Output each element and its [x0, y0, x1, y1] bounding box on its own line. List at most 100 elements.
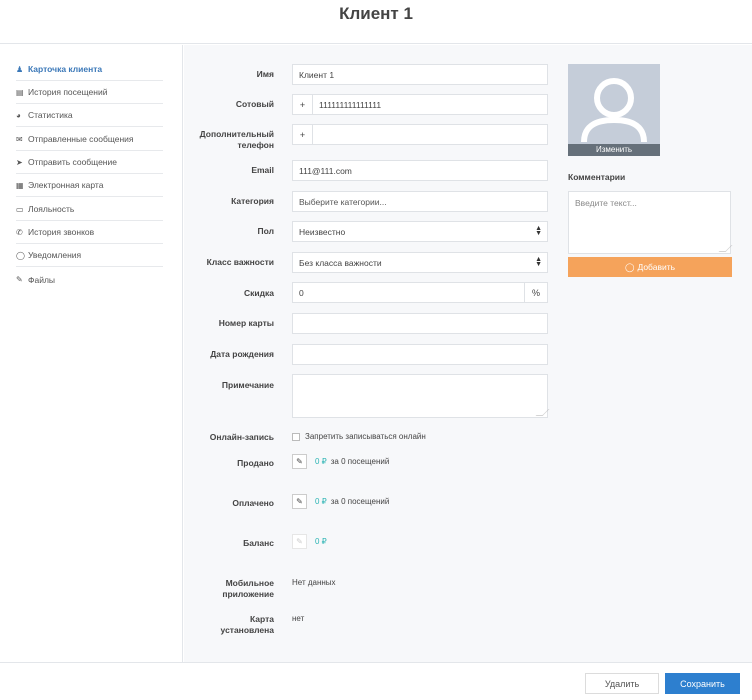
- sort-arrows-icon: ▲ ▼: [535, 225, 542, 237]
- sidebar-item-label: Отправленные сообщения: [28, 134, 134, 144]
- extra-phone-prefix: +: [292, 124, 313, 145]
- forbid-online-label: Запретить записываться онлайн: [305, 432, 426, 441]
- sold-visits: за 0 посещений: [330, 457, 390, 466]
- comments-title: Комментарии: [568, 172, 626, 182]
- balance-amount: 0 ₽: [315, 537, 327, 546]
- sidebar-item-files[interactable]: ✎ Файлы: [16, 268, 163, 291]
- mobile-field[interactable]: 111111111111111: [312, 94, 548, 115]
- mobile-app-label-line1: Мобильное: [225, 578, 274, 588]
- gender-value: Неизвестно: [299, 226, 346, 237]
- paid-row: ✎ 0 ₽ за 0 посещений: [292, 494, 389, 509]
- save-button[interactable]: Сохранить: [665, 673, 740, 694]
- card-installed-label: Карта установлена: [184, 614, 274, 636]
- card-number-label: Номер карты: [218, 318, 274, 328]
- modal-header: Клиент 1: [0, 0, 752, 44]
- mobile-label: Сотовый: [235, 99, 274, 109]
- online-booking-label: Онлайн-запись: [209, 432, 274, 442]
- sidebar: ♟ Карточка клиента ▤ История посещений ◕ Ст…: [0, 45, 183, 662]
- mobile-prefix: +: [292, 94, 313, 115]
- extra-phone-label-line2: телефон: [237, 140, 274, 150]
- card-installed-label-line2: установлена: [220, 625, 274, 635]
- sidebar-item-sent-messages[interactable]: ✉ Отправленные сообщения: [16, 128, 163, 151]
- user-placeholder-icon: [581, 78, 647, 143]
- mobile-app-label-line2: приложение: [222, 589, 274, 599]
- paid-amount: 0 ₽: [315, 497, 327, 506]
- sidebar-item-label: Отправить сообщение: [28, 157, 117, 167]
- extra-phone-label-line1: Дополнительный: [199, 129, 274, 139]
- resize-handle-icon[interactable]: [535, 409, 550, 416]
- name-label: Имя: [256, 69, 274, 79]
- gender-label: Пол: [257, 226, 275, 236]
- balance-label: Баланс: [243, 538, 274, 548]
- importance-value: Без класса важности: [299, 257, 382, 268]
- sidebar-item-send-message[interactable]: ➤ Отправить сообщение: [16, 151, 163, 174]
- pie-chart-icon: ◕: [16, 110, 21, 120]
- add-comment-button[interactable]: ◯ Добавить: [568, 257, 732, 277]
- sort-arrows-icon: ▲ ▼: [535, 256, 542, 268]
- percent-suffix: %: [524, 282, 548, 303]
- online-booking-option: Запретить записываться онлайн: [292, 432, 426, 441]
- edit-icon[interactable]: ✎: [292, 494, 307, 509]
- sidebar-item-statistics[interactable]: ◕ Статистика: [16, 104, 163, 127]
- paid-visits: за 0 посещений: [330, 497, 390, 506]
- comment-icon: ◯: [624, 261, 635, 272]
- sidebar-item-label: Уведомления: [28, 250, 82, 260]
- paid-label: Оплачено: [232, 498, 274, 508]
- mobile-app-value: Нет данных: [292, 578, 336, 587]
- bubble-icon: ◯: [16, 250, 25, 260]
- category-select[interactable]: Выберите категории...: [292, 191, 548, 212]
- mobile-app-label: Мобильное приложение: [184, 578, 274, 600]
- resize-handle-icon[interactable]: [718, 245, 733, 252]
- credit-card-icon: ▭: [16, 204, 24, 214]
- envelope-icon: ✉: [16, 134, 23, 144]
- avatar[interactable]: Изменить: [568, 64, 660, 156]
- sidebar-item-client-card[interactable]: ♟ Карточка клиента: [16, 58, 163, 81]
- balance-row: ✎ 0 ₽: [292, 534, 331, 549]
- sidebar-item-label: Лояльность: [28, 204, 75, 214]
- phone-icon: ✆: [16, 227, 23, 237]
- gender-select[interactable]: Неизвестно ▲ ▼: [292, 221, 548, 242]
- add-comment-label: Добавить: [637, 262, 676, 272]
- extra-phone-label: Дополнительный телефон: [184, 129, 274, 151]
- list-icon: ▤: [16, 87, 24, 97]
- card-icon: ▦: [16, 180, 24, 190]
- birthday-field[interactable]: [292, 344, 548, 365]
- note-label: Примечание: [221, 380, 274, 390]
- discount-label: Скидка: [244, 288, 274, 298]
- sidebar-item-label: Статистика: [28, 110, 73, 120]
- comment-textarea[interactable]: Введите текст...: [568, 191, 733, 254]
- sidebar-item-call-history[interactable]: ✆ История звонков: [16, 221, 163, 244]
- sidebar-item-visit-history[interactable]: ▤ История посещений: [16, 81, 163, 104]
- send-icon: ➤: [16, 157, 23, 167]
- importance-label: Класс важности: [206, 257, 274, 267]
- delete-button[interactable]: Удалить: [585, 673, 659, 694]
- sold-amount: 0 ₽: [315, 457, 327, 466]
- sold-row: ✎ 0 ₽ за 0 посещений: [292, 454, 389, 469]
- sidebar-item-label: История посещений: [28, 87, 108, 97]
- sidebar-item-electronic-card[interactable]: ▦ Электронная карта: [16, 174, 163, 197]
- importance-select[interactable]: Без класса важности ▲ ▼: [292, 252, 548, 273]
- card-installed-value: нет: [292, 614, 305, 623]
- email-field[interactable]: 111@111.com: [292, 160, 548, 181]
- category-label: Категория: [231, 196, 274, 206]
- name-field[interactable]: Клиент 1: [292, 64, 548, 85]
- user-icon: ♟: [16, 64, 24, 74]
- sidebar-item-label: Файлы: [28, 274, 56, 285]
- change-avatar-button[interactable]: Изменить: [568, 144, 660, 156]
- sidebar-item-notifications[interactable]: ◯ Уведомления: [16, 244, 163, 267]
- sidebar-item-loyalty[interactable]: ▭ Лояльность: [16, 198, 163, 221]
- note-textarea[interactable]: [292, 374, 550, 418]
- edit-icon: ✎: [292, 534, 307, 549]
- card-installed-label-line1: Карта: [250, 614, 274, 624]
- edit-icon[interactable]: ✎: [292, 454, 307, 469]
- forbid-online-checkbox[interactable]: [292, 432, 300, 441]
- discount-field[interactable]: 0: [292, 282, 525, 303]
- extra-phone-field[interactable]: [312, 124, 548, 145]
- sold-label: Продано: [237, 458, 274, 468]
- comment-placeholder: Введите текст...: [575, 198, 637, 208]
- sidebar-item-label: Карточка клиента: [28, 64, 103, 74]
- birthday-label: Дата рождения: [210, 349, 274, 359]
- client-form: Имя Клиент 1 Сотовый + 111111111111111 Д…: [184, 45, 752, 662]
- card-number-field[interactable]: [292, 313, 548, 334]
- sidebar-item-label: История звонков: [28, 227, 95, 237]
